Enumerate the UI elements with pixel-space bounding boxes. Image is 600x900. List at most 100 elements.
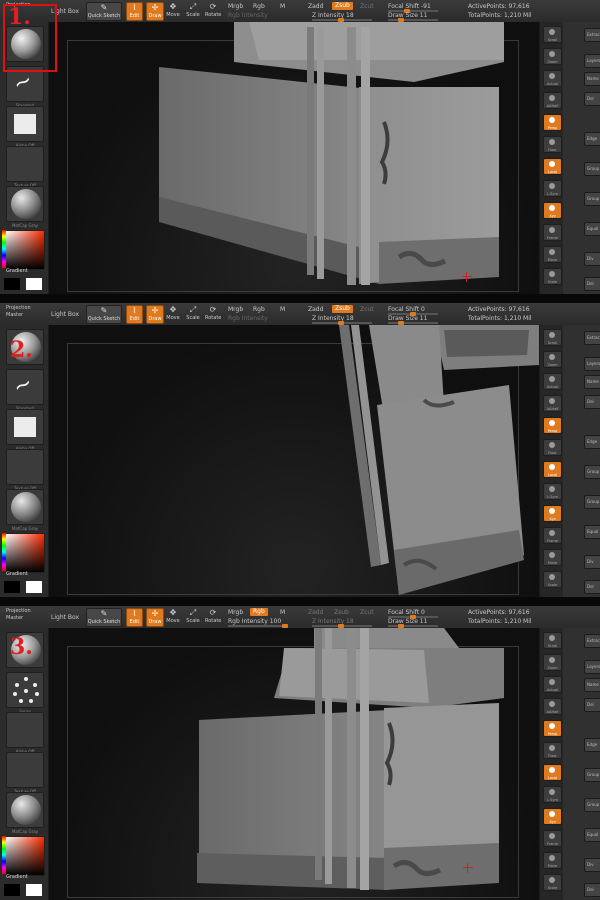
mrgb-toggle[interactable]: Mrgb xyxy=(228,306,243,313)
zadd-toggle[interactable]: Zadd xyxy=(308,3,323,10)
material-tile[interactable]: MatCap Gray xyxy=(6,186,44,228)
edge-button[interactable]: Edge xyxy=(584,132,600,146)
edge-button[interactable]: Edge xyxy=(584,435,600,449)
persp-button[interactable]: Persp xyxy=(543,720,562,737)
gradient-label[interactable]: Gradient xyxy=(6,571,28,577)
zsub-toggle[interactable]: Zsub xyxy=(332,2,353,10)
projection-master-button[interactable]: Projection Master xyxy=(6,608,44,622)
scroll-button[interactable]: Scroll xyxy=(543,632,562,649)
group-button[interactable]: Group xyxy=(584,798,600,812)
draw-size-slider[interactable]: Draw Size 11 xyxy=(388,315,427,322)
persp-button[interactable]: Persp xyxy=(543,114,562,131)
del-button[interactable]: Del xyxy=(584,92,600,106)
persp-button[interactable]: Persp xyxy=(543,417,562,434)
del-button[interactable]: Del xyxy=(584,580,600,594)
m-toggle[interactable]: M xyxy=(280,609,285,616)
scale-view-button[interactable]: Scale xyxy=(543,268,562,285)
draw-size-track[interactable] xyxy=(388,321,438,325)
group-button[interactable]: Group xyxy=(584,192,600,206)
equal-button[interactable]: Equal xyxy=(584,222,600,236)
aahalf-button[interactable]: AAHalf xyxy=(543,395,562,412)
zcut-toggle[interactable]: Zcut xyxy=(360,306,374,313)
floor-button[interactable]: Floor xyxy=(543,439,562,456)
brush-tile[interactable]: Spray xyxy=(6,672,44,714)
move-view-button[interactable]: Move xyxy=(543,549,562,566)
z-intensity-slider[interactable]: Z Intensity 18 xyxy=(312,618,354,625)
hue-strip[interactable] xyxy=(2,230,6,268)
frame-button[interactable]: Frame xyxy=(543,224,562,241)
move-view-button[interactable]: Move xyxy=(543,246,562,263)
rgb-intensity-track[interactable] xyxy=(228,624,288,628)
layers-header[interactable]: Layers xyxy=(584,357,600,371)
quick-sketch-button[interactable]: ✎ Quick Sketch xyxy=(86,608,122,627)
lsym-button[interactable]: L.Sym xyxy=(543,786,562,803)
xyz-button[interactable]: Xyz xyxy=(543,505,562,522)
z-intensity-track[interactable] xyxy=(312,18,372,22)
texture-tile[interactable]: Texture Off xyxy=(6,146,44,188)
group-button[interactable]: Group xyxy=(584,465,600,479)
material-tile[interactable]: MatCap Gray xyxy=(6,489,44,531)
actual-button[interactable]: Actual xyxy=(543,373,562,390)
rotate-button[interactable]: ⟳ Rotate xyxy=(205,2,221,19)
rotate-button[interactable]: ⟳ Rotate xyxy=(205,608,221,625)
lsym-button[interactable]: L.Sym xyxy=(543,180,562,197)
gradient-label[interactable]: Gradient xyxy=(6,268,28,274)
layer-name[interactable]: Name xyxy=(584,72,600,86)
secondary-color-swatch[interactable] xyxy=(4,278,20,290)
local-button[interactable]: Local xyxy=(543,764,562,781)
scale-view-button[interactable]: Scale xyxy=(543,571,562,588)
gradient-label[interactable]: Gradient xyxy=(6,874,28,880)
quick-sketch-button[interactable]: ✎ Quick Sketch xyxy=(86,2,122,21)
draw-size-track[interactable] xyxy=(388,18,438,22)
rgb-intensity-slider[interactable]: Rgb Intensity xyxy=(228,12,268,19)
div-button[interactable]: Div xyxy=(584,252,600,266)
div-button[interactable]: Div xyxy=(584,858,600,872)
canvas-viewport[interactable] xyxy=(49,22,539,294)
group-button[interactable]: Group xyxy=(584,768,600,782)
edit-button[interactable]: ⌇ Edit xyxy=(126,305,143,324)
group-button[interactable]: Group xyxy=(584,162,600,176)
move-view-button[interactable]: Move xyxy=(543,852,562,869)
actual-button[interactable]: Actual xyxy=(543,70,562,87)
draw-button[interactable]: ✢ Draw xyxy=(146,305,164,324)
floor-button[interactable]: Floor xyxy=(543,136,562,153)
scroll-button[interactable]: Scroll xyxy=(543,329,562,346)
main-color-swatch[interactable] xyxy=(26,581,42,593)
extract-button[interactable]: Extract xyxy=(584,331,600,345)
m-toggle[interactable]: M xyxy=(280,3,285,10)
lsym-button[interactable]: L.Sym xyxy=(543,483,562,500)
move-button[interactable]: ✥ Move xyxy=(166,608,180,625)
zsub-toggle[interactable]: Zsub xyxy=(334,609,349,616)
z-intensity-slider[interactable]: Z Intensity 18 xyxy=(312,12,354,19)
floor-button[interactable]: Floor xyxy=(543,742,562,759)
draw-button[interactable]: ✢ Draw xyxy=(146,608,164,627)
local-button[interactable]: Local xyxy=(543,158,562,175)
z-intensity-track[interactable] xyxy=(312,321,372,325)
del-button[interactable]: Del xyxy=(584,883,600,897)
edit-button[interactable]: ⌇ Edit xyxy=(126,608,143,627)
canvas-viewport[interactable] xyxy=(49,628,539,900)
color-picker[interactable] xyxy=(5,533,45,573)
draw-button[interactable]: ✢ Draw xyxy=(146,2,164,21)
focal-shift-slider[interactable]: Focal Shift 0 xyxy=(388,306,425,313)
rgb-toggle[interactable]: Rgb xyxy=(253,3,265,10)
aahalf-button[interactable]: AAHalf xyxy=(543,698,562,715)
local-button[interactable]: Local xyxy=(543,461,562,478)
del-button[interactable]: Del xyxy=(584,698,600,712)
rgb-intensity-slider[interactable]: Rgb Intensity 100 xyxy=(228,618,281,625)
lightbox-button[interactable]: Light Box xyxy=(51,614,79,621)
projection-master-button[interactable]: Projection Master xyxy=(6,305,44,319)
zsub-toggle[interactable]: Zsub xyxy=(332,305,353,313)
lightbox-button[interactable]: Light Box xyxy=(51,311,79,318)
extract-button[interactable]: Extract xyxy=(584,28,600,42)
z-intensity-track[interactable] xyxy=(312,624,372,628)
scale-button[interactable]: ⤢ Scale xyxy=(186,2,200,19)
texture-tile[interactable]: Texture Off xyxy=(6,449,44,491)
stroke-tile[interactable]: Alpha Off xyxy=(6,409,44,451)
layer-name[interactable]: Name xyxy=(584,678,600,692)
extract-button[interactable]: Extract xyxy=(584,634,600,648)
frame-button[interactable]: Frame xyxy=(543,527,562,544)
move-button[interactable]: ✥ Move xyxy=(166,305,180,322)
hue-strip[interactable] xyxy=(2,533,6,571)
scale-button[interactable]: ⤢ Scale xyxy=(186,608,200,625)
